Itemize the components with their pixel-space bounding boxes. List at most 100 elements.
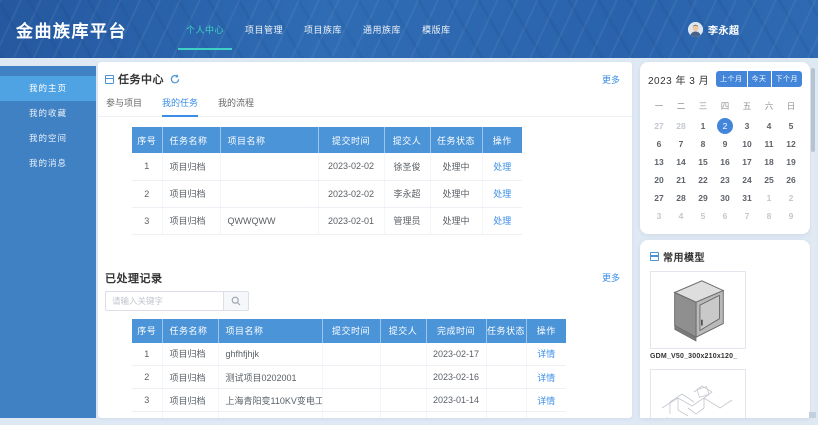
table-row: 1项目归档2023-02-02徐圣俊处理中处理: [132, 153, 522, 180]
calendar-day[interactable]: 7: [670, 135, 692, 152]
processed-records-more-link[interactable]: 更多: [602, 271, 620, 284]
column-header: 任务状态: [430, 127, 482, 153]
column-header: 提交人: [384, 127, 430, 153]
calendar-day[interactable]: 1: [758, 189, 780, 206]
table-cell-action: 详情: [526, 412, 566, 419]
table-cell-project: 测试项目0202001: [218, 366, 322, 389]
calendar-day[interactable]: 17: [736, 153, 758, 170]
calendar-day[interactable]: 23: [714, 171, 736, 188]
column-header: 完成时间: [426, 319, 486, 343]
nav-item-4[interactable]: 通用族库: [363, 0, 401, 58]
calendar-day[interactable]: 25: [758, 171, 780, 188]
task-center-more-link[interactable]: 更多: [602, 73, 620, 86]
vertical-scrollbar[interactable]: [811, 66, 815, 414]
calendar-day[interactable]: 15: [692, 153, 714, 170]
table-header-row: 序号任务名称项目名称提交时间提交人完成时间任务状态操作: [132, 319, 566, 343]
calendar-day[interactable]: 7: [736, 207, 758, 224]
table-cell-task: 项目归档: [162, 153, 220, 180]
calendar-day[interactable]: 24: [736, 171, 758, 188]
calendar-day[interactable]: 4: [758, 117, 780, 134]
table-cell-project: 上海青阳变110KV变电工程: [218, 389, 322, 412]
calendar-day[interactable]: 6: [648, 135, 670, 152]
action-link[interactable]: 处理: [493, 216, 511, 226]
calendar-day[interactable]: 27: [648, 189, 670, 206]
today-button[interactable]: 今天: [748, 71, 771, 87]
table-cell-submitter: [380, 366, 426, 389]
calendar-day[interactable]: 30: [714, 189, 736, 206]
calendar-day[interactable]: 28: [670, 189, 692, 206]
search-input[interactable]: [105, 291, 223, 311]
calendar-day[interactable]: 8: [692, 135, 714, 152]
tab-1[interactable]: 参与项目: [106, 96, 142, 116]
calendar-day[interactable]: 1: [692, 117, 714, 134]
nav-item-1[interactable]: 个人中心: [186, 0, 224, 58]
table-cell-submit_time: [322, 366, 380, 389]
table-cell-status: 通过: [486, 412, 526, 419]
calendar-day[interactable]: 21: [670, 171, 692, 188]
calendar-day[interactable]: 6: [714, 207, 736, 224]
calendar-day[interactable]: 5: [780, 117, 802, 134]
calendar-day[interactable]: 9: [714, 135, 736, 152]
sidebar-item-2[interactable]: 我的收藏: [0, 101, 96, 126]
calendar-card: 2023 年 3 月 上个月今天下个月 一二三四五六日 272812345678…: [640, 62, 810, 234]
table-cell-project: [220, 153, 318, 180]
sidebar-item-3[interactable]: 我的空间: [0, 126, 96, 151]
model-item-2[interactable]: [650, 369, 746, 418]
calendar-day[interactable]: 10: [736, 135, 758, 152]
action-link[interactable]: 处理: [493, 162, 511, 172]
nav-item-3[interactable]: 项目族库: [304, 0, 342, 58]
prev-month-button[interactable]: 上个月: [716, 71, 747, 87]
calendar-day[interactable]: 13: [648, 153, 670, 170]
tab-2[interactable]: 我的任务: [162, 96, 198, 117]
scrollbar-thumb[interactable]: [811, 68, 815, 152]
action-link[interactable]: 详情: [537, 396, 555, 406]
calendar-day[interactable]: 29: [692, 189, 714, 206]
column-header: 序号: [132, 127, 162, 153]
calendar-day[interactable]: 22: [692, 171, 714, 188]
table-cell-action: 详情: [526, 366, 566, 389]
search-button[interactable]: [223, 291, 249, 311]
column-header: 任务名称: [162, 127, 220, 153]
nav-item-2[interactable]: 项目管理: [245, 0, 283, 58]
model-item-1[interactable]: [650, 271, 746, 349]
calendar-day[interactable]: 4: [670, 207, 692, 224]
calendar-day[interactable]: 12: [780, 135, 802, 152]
calendar-day[interactable]: 19: [780, 153, 802, 170]
calendar-day[interactable]: 16: [714, 153, 736, 170]
table-cell-finish_time: 2023-01-14: [426, 412, 486, 419]
calendar-day[interactable]: 20: [648, 171, 670, 188]
calendar-day[interactable]: 2: [780, 189, 802, 206]
top-nav: 个人中心项目管理项目族库通用族库模版库: [186, 0, 451, 58]
refresh-icon[interactable]: [170, 74, 180, 84]
user-avatar-icon: [688, 22, 703, 37]
next-month-button[interactable]: 下个月: [772, 71, 803, 87]
table-cell-seq: 2: [132, 180, 162, 207]
table-cell-seq: 3: [132, 207, 162, 234]
table-cell-finish_time: 2023-01-14: [426, 389, 486, 412]
sidebar-item-4[interactable]: 我的消息: [0, 151, 96, 176]
calendar-day[interactable]: 31: [736, 189, 758, 206]
table-cell-submitter: [380, 343, 426, 366]
user-menu[interactable]: 李永超: [688, 0, 740, 58]
calendar-day[interactable]: 3: [736, 117, 758, 134]
action-link[interactable]: 详情: [537, 373, 555, 383]
calendar-day[interactable]: 28: [670, 117, 692, 134]
sidebar-item-1[interactable]: 我的主页: [0, 76, 96, 101]
app-logo: 金曲族库平台: [16, 0, 127, 58]
calendar-day[interactable]: 27: [648, 117, 670, 134]
calendar-day[interactable]: 9: [780, 207, 802, 224]
nav-item-5[interactable]: 模版库: [422, 0, 451, 58]
action-link[interactable]: 详情: [537, 349, 555, 359]
calendar-day[interactable]: 8: [758, 207, 780, 224]
tab-3[interactable]: 我的流程: [218, 96, 254, 116]
calendar-day[interactable]: 5: [692, 207, 714, 224]
calendar-day[interactable]: 14: [670, 153, 692, 170]
action-link[interactable]: 处理: [493, 189, 511, 199]
calendar-day[interactable]: 2: [714, 117, 736, 134]
calendar-day[interactable]: 26: [780, 171, 802, 188]
calendar-day[interactable]: 11: [758, 135, 780, 152]
search-icon: [231, 296, 241, 306]
calendar-day[interactable]: 3: [648, 207, 670, 224]
calendar-day[interactable]: 18: [758, 153, 780, 170]
table-cell-submitter: 李永超: [384, 180, 430, 207]
